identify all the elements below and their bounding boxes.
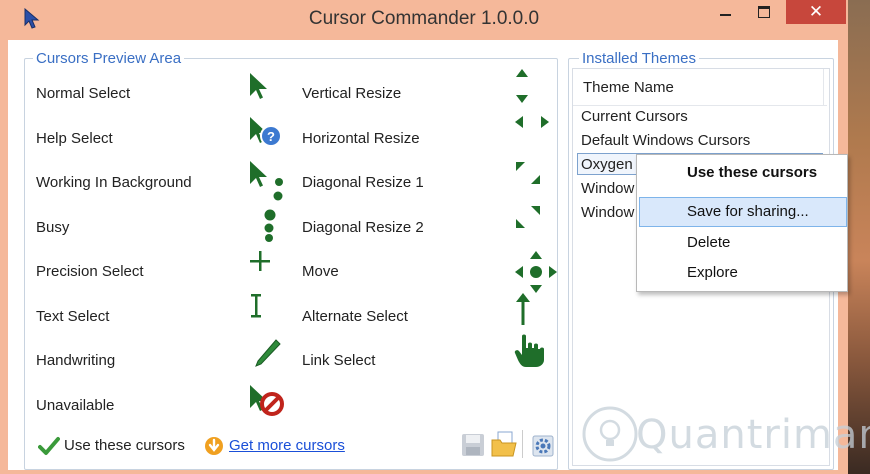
menu-item-delete[interactable]: Delete (637, 229, 847, 257)
open-folder-icon[interactable] (490, 430, 518, 458)
help-select-cursor-icon: ? (250, 117, 282, 147)
vertical-resize-cursor-icon (516, 69, 528, 103)
theme-row[interactable]: Default Windows Cursors (581, 132, 750, 149)
label-help-select: Help Select (36, 130, 113, 147)
label-move: Move (302, 263, 339, 280)
menu-label: Save for sharing... (687, 203, 809, 220)
close-button[interactable]: ✕ (786, 0, 846, 24)
label-handwriting: Handwriting (36, 352, 116, 369)
diagonal-resize-1-cursor-icon (516, 162, 540, 184)
checkmark-icon (38, 437, 60, 455)
busy-cursor-icon (264, 209, 276, 242)
app-window: Cursor Commander 1.0.0.0 ✕ Cursors Previ… (0, 0, 870, 474)
column-header[interactable]: Theme Name (573, 69, 827, 106)
theme-row[interactable]: Window (581, 204, 634, 221)
label-vertical-resize: Vertical Resize (302, 85, 402, 102)
maximize-icon (758, 6, 770, 18)
label-horizontal-resize: Horizontal Resize (302, 130, 420, 147)
label-alternate-select: Alternate Select (302, 308, 408, 325)
move-cursor-icon (515, 251, 557, 293)
watermark-bulb-icon (582, 406, 638, 462)
menu-item-use-these-cursors[interactable]: Use these cursors (637, 159, 847, 187)
label-diagonal-resize-1: Diagonal Resize 1 (302, 174, 424, 191)
alternate-select-cursor-icon (516, 293, 530, 325)
save-disk-icon[interactable] (460, 432, 486, 458)
minimize-button[interactable] (706, 0, 744, 24)
unavailable-cursor-icon (250, 385, 284, 416)
watermark-text: Quantrimang (636, 412, 870, 458)
column-separator (823, 69, 824, 105)
working-background-cursor-icon (250, 161, 283, 201)
label-working-bg: Working In Background (36, 174, 192, 191)
column-header-theme-name[interactable]: Theme Name (583, 79, 674, 96)
toolbar-divider (522, 430, 523, 458)
close-icon: ✕ (808, 2, 824, 21)
menu-label: Explore (687, 264, 738, 281)
desktop-background (848, 0, 870, 474)
text-select-cursor-icon (251, 294, 261, 318)
watermark: Quantrimang (580, 400, 870, 470)
theme-row[interactable]: Window (581, 180, 634, 197)
minimize-icon (720, 14, 731, 16)
use-these-cursors-button[interactable]: Use these cursors (64, 437, 185, 454)
get-more-cursors-link[interactable]: Get more cursors (229, 437, 345, 454)
label-diagonal-resize-2: Diagonal Resize 2 (302, 219, 424, 236)
maximize-button[interactable] (746, 0, 784, 24)
label-text-select: Text Select (36, 308, 110, 325)
menu-item-save-for-sharing[interactable]: Save for sharing... (639, 197, 847, 227)
title-bar[interactable]: Cursor Commander 1.0.0.0 ✕ (0, 0, 848, 40)
theme-row[interactable]: Oxygen (581, 156, 633, 173)
label-busy: Busy (36, 219, 70, 236)
handwriting-pen-icon (255, 339, 281, 367)
precision-select-cursor-icon (250, 251, 270, 271)
label-precision-select: Precision Select (36, 263, 144, 280)
label-unavailable: Unavailable (36, 397, 115, 414)
menu-item-explore[interactable]: Explore (637, 259, 847, 287)
preview-legend: Cursors Preview Area (33, 50, 185, 67)
diagonal-resize-2-cursor-icon (516, 206, 540, 228)
menu-label: Delete (687, 234, 731, 251)
label-normal-select: Normal Select (36, 85, 131, 102)
label-link-select: Link Select (302, 352, 376, 369)
theme-row[interactable]: Current Cursors (581, 108, 688, 125)
normal-select-cursor-icon (250, 73, 267, 99)
horizontal-resize-cursor-icon (515, 116, 549, 128)
context-menu: Use these cursors Save for sharing... De… (636, 154, 848, 292)
menu-label: Use these cursors (687, 164, 818, 181)
download-arrow-icon (205, 437, 223, 455)
svg-text:?: ? (267, 129, 275, 144)
settings-gear-icon[interactable] (530, 430, 556, 458)
themes-legend: Installed Themes (579, 50, 699, 67)
link-select-hand-icon (514, 334, 544, 367)
